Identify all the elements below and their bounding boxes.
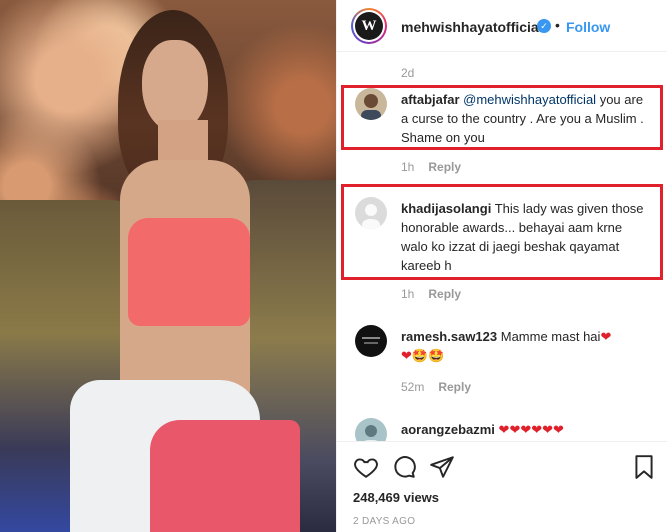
reply-button[interactable]: Reply (428, 160, 461, 174)
commenter-avatar[interactable] (355, 418, 387, 441)
comment-time: 1h (401, 287, 415, 301)
bookmark-icon[interactable] (631, 454, 657, 480)
comments-list[interactable]: 2d aftabjafar @mehwishhayatofficial you … (337, 53, 667, 441)
post-side-panel: W mehwishhayatofficial ✓ • Follow 2d aft… (336, 0, 667, 532)
highlight-box (341, 184, 663, 280)
comment-text: ramesh.saw123 Mamme mast hai❤ ❤🤩🤩 (401, 327, 647, 365)
highlight-box (341, 85, 663, 150)
performer-red-skirt (150, 420, 300, 532)
comment-icon[interactable] (391, 454, 417, 480)
comment-time: 1h (401, 160, 415, 174)
post-header: W mehwishhayatofficial ✓ • Follow (337, 0, 667, 52)
comment-username[interactable]: ramesh.saw123 (401, 329, 497, 344)
comment-username[interactable]: aorangzebazmi (401, 422, 495, 437)
share-icon[interactable] (429, 454, 455, 480)
commenter-avatar[interactable] (355, 325, 387, 357)
comment-time: 52m (401, 380, 425, 394)
post-video[interactable] (0, 0, 336, 532)
profile-avatar[interactable]: W (351, 8, 387, 44)
emoji-reactions: ❤❤❤❤❤❤ (498, 422, 564, 437)
previous-comment-time: 2d (401, 66, 415, 80)
post-username[interactable]: mehwishhayatofficial (401, 19, 543, 35)
heart-icon[interactable] (353, 454, 379, 480)
comment-body: Mamme mast hai (497, 329, 601, 344)
view-count[interactable]: 248,469 views (353, 490, 439, 505)
post-date: 2 DAYS AGO (353, 516, 416, 527)
heart-emoji-icon: ❤ (600, 329, 612, 344)
comment-meta: 52m Reply (401, 380, 471, 394)
verified-badge-icon: ✓ (537, 19, 551, 33)
header-separator: • (555, 17, 560, 33)
emoji-reactions: ❤🤩🤩 (401, 348, 445, 363)
avatar-letter: W (355, 12, 383, 40)
performer-top (128, 218, 250, 326)
comment-meta: 1h Reply (401, 287, 461, 301)
reply-button[interactable]: Reply (438, 380, 471, 394)
comment-meta: 1h Reply (401, 160, 461, 174)
comment-text: aorangzebazmi ❤❤❤❤❤❤ (401, 420, 647, 439)
post-actions: 248,469 views 2 DAYS AGO (337, 441, 667, 532)
performer-face (142, 40, 208, 132)
follow-button[interactable]: Follow (566, 19, 610, 35)
reply-button[interactable]: Reply (428, 287, 461, 301)
